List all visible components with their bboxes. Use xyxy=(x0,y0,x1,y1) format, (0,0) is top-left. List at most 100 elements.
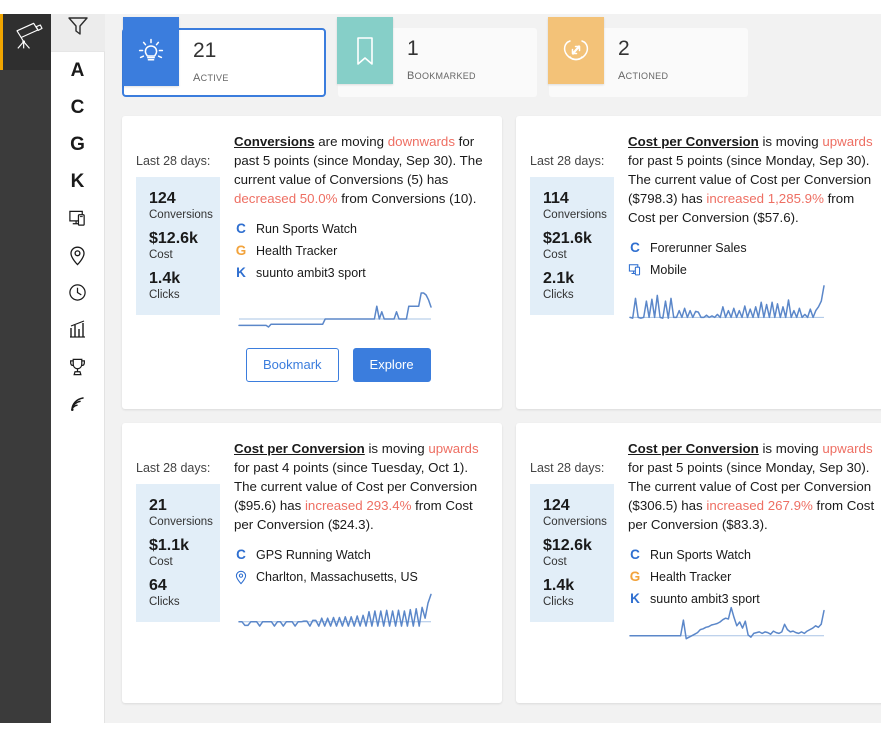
insight-tag[interactable]: C Forerunner Sales xyxy=(628,240,879,256)
summary-card-text: 21 Active xyxy=(179,30,255,95)
insights-grid: Last 28 days: 124 Conversions $12.6k Cost 1.4… xyxy=(105,97,881,703)
insight-tag[interactable]: Mobile xyxy=(628,262,879,278)
headline-verb: is moving xyxy=(364,441,429,456)
insight-actions: Bookmark Explore xyxy=(246,348,431,382)
insight-tag[interactable]: Charlton, Massachusetts, US xyxy=(234,569,485,585)
stat-value: $12.6k xyxy=(543,537,592,554)
stats-box: 124 Conversions $12.6k Cost 1.4k Clicks xyxy=(136,177,220,315)
summary-card-active[interactable]: 21 Active xyxy=(122,17,326,97)
sidebar-item-time[interactable] xyxy=(51,274,105,311)
summary-card-text: 2 Actioned xyxy=(604,28,694,97)
app-root: A C G K 21 active 1 bookmarked 2 actione… xyxy=(0,0,881,743)
insight-tag[interactable]: G Health Tracker xyxy=(628,569,879,585)
sparkline-chart xyxy=(629,606,825,640)
stat-key: Clicks xyxy=(543,596,574,608)
stat-value: 1.4k xyxy=(149,270,181,287)
sidebar-item-ad-group[interactable]: G xyxy=(51,126,105,163)
stat-value: 1.4k xyxy=(543,577,575,594)
stat-value: $12.6k xyxy=(149,230,198,247)
summary-card-actioned[interactable]: 2 Actioned xyxy=(548,17,748,97)
stat-value: 114 xyxy=(543,190,569,207)
insight-tag[interactable]: G Health Tracker xyxy=(234,243,485,259)
stat-key: Cost xyxy=(149,556,173,568)
insight-tag[interactable]: Ksuunto ambit3 sport xyxy=(234,265,485,281)
campaign-icon: C xyxy=(236,221,246,236)
insight-direction: upwards xyxy=(428,441,479,456)
main-content: 21 Active 1 Bookmarked xyxy=(105,0,881,723)
insight-direction: downwards xyxy=(387,134,455,149)
location-pin-icon xyxy=(234,570,248,585)
stat-key: Clicks xyxy=(149,289,180,301)
stats-period-label: Last 28 days: xyxy=(530,154,605,168)
insight-stats: Last 28 days: 21 Conversions $1.1k Cost 64 Cli… xyxy=(136,439,220,687)
bottom-white-strip xyxy=(0,723,881,743)
insight-card[interactable]: Last 28 days: 124 Conversions $12.6k Cost 1.4… xyxy=(122,116,502,409)
sidebar-item-location[interactable] xyxy=(51,237,105,274)
insight-tag[interactable]: C Run Sports Watch xyxy=(628,547,879,563)
sidebar-item-keyword[interactable]: K xyxy=(51,163,105,200)
insight-body: Cost per Conversion is moving upwards fo… xyxy=(220,439,485,687)
insight-metric-link[interactable]: Cost per Conversion xyxy=(234,441,365,456)
insight-direction: upwards xyxy=(822,441,873,456)
stat-key: Cost xyxy=(543,556,567,568)
summary-card-text: 1 Bookmarked xyxy=(393,28,502,97)
summary-count: 1 xyxy=(407,37,419,60)
bookmark-button[interactable]: Bookmark xyxy=(246,348,339,382)
insight-metric-link[interactable]: Conversions xyxy=(234,134,315,149)
explore-button[interactable]: Explore xyxy=(352,348,431,382)
trophy-icon xyxy=(70,358,85,375)
stat-value: $21.6k xyxy=(543,230,592,247)
device-icon xyxy=(69,210,85,226)
insight-card[interactable]: Last 28 days: 124 Conversions $12.6k Cost 1.4… xyxy=(516,423,881,703)
sidebar-item-performance[interactable] xyxy=(51,311,105,348)
insight-sparkline xyxy=(626,280,828,326)
insight-sparkline xyxy=(626,599,828,645)
lightbulb-icon xyxy=(123,17,179,86)
ad-group-icon: G xyxy=(629,569,641,584)
insight-sparkline xyxy=(235,589,435,633)
funnel-icon xyxy=(67,16,88,35)
link-icon xyxy=(548,17,604,84)
bookmark-icon xyxy=(337,17,393,84)
stat-key: Conversions xyxy=(543,209,607,221)
insight-card[interactable]: Last 28 days: 21 Conversions $1.1k Cost 64 Cli… xyxy=(122,423,502,703)
sidebar-item-competitor[interactable] xyxy=(51,348,105,385)
insight-tag-label: GPS Running Watch xyxy=(256,548,371,562)
device-icon xyxy=(628,263,642,277)
stat-key: Conversions xyxy=(149,209,213,221)
sidebar-item-label: C xyxy=(70,96,85,118)
sidebar-item-account[interactable]: A xyxy=(51,52,105,89)
summary-row: 21 Active 1 Bookmarked xyxy=(105,0,881,97)
sidebar-item-campaign[interactable]: C xyxy=(51,89,105,126)
insight-headline: Cost per Conversion is moving upwards fo… xyxy=(628,439,879,534)
insight-tag[interactable]: C GPS Running Watch xyxy=(234,547,485,563)
headline-verb: are moving xyxy=(314,134,388,149)
stat-value: 64 xyxy=(149,577,167,594)
stat-key: Conversions xyxy=(543,516,607,528)
sidebar-item-feed[interactable] xyxy=(51,385,105,422)
stat-key: Clicks xyxy=(149,596,180,608)
summary-card-bookmarked[interactable]: 1 Bookmarked xyxy=(337,17,537,97)
sidebar-item-label: A xyxy=(70,59,85,81)
insight-tags: C GPS Running Watch Charlton, Massachusett… xyxy=(234,547,485,585)
sidebar-item-device[interactable] xyxy=(51,200,105,237)
insight-metric-link[interactable]: Cost per Conversion xyxy=(628,134,759,149)
insight-card[interactable]: Last 28 days: 114 Conversions $21.6k Cost 2.1… xyxy=(516,116,881,409)
ad-group-icon: G xyxy=(235,243,247,258)
stat-key: Cost xyxy=(149,249,173,261)
insight-tag-label: Charlton, Massachusetts, US xyxy=(256,570,418,584)
insight-headline: Cost per Conversion is moving upwards fo… xyxy=(628,132,879,227)
insight-tags: C Forerunner Sales Mobile xyxy=(628,240,879,278)
campaign-icon: C xyxy=(236,547,246,562)
insight-metric-link[interactable]: Cost per Conversion xyxy=(628,441,759,456)
campaign-icon: C xyxy=(630,547,640,562)
insight-tag[interactable]: C Run Sports Watch xyxy=(234,221,485,237)
insight-tag-label: Health Tracker xyxy=(650,570,732,584)
insight-tag-label: Run Sports Watch xyxy=(256,222,357,236)
stats-period-label: Last 28 days: xyxy=(136,154,211,168)
insight-headline: Cost per Conversion is moving upwards fo… xyxy=(234,439,485,534)
insight-tags: C Run Sports Watch G Health Tracker Ksuunto … xyxy=(628,547,879,607)
insight-stats: Last 28 days: 124 Conversions $12.6k Cost 1.4… xyxy=(530,439,614,687)
insight-tags: C Run Sports Watch G Health Tracker Ksuunto … xyxy=(234,221,485,281)
sparkline-chart xyxy=(629,285,825,319)
